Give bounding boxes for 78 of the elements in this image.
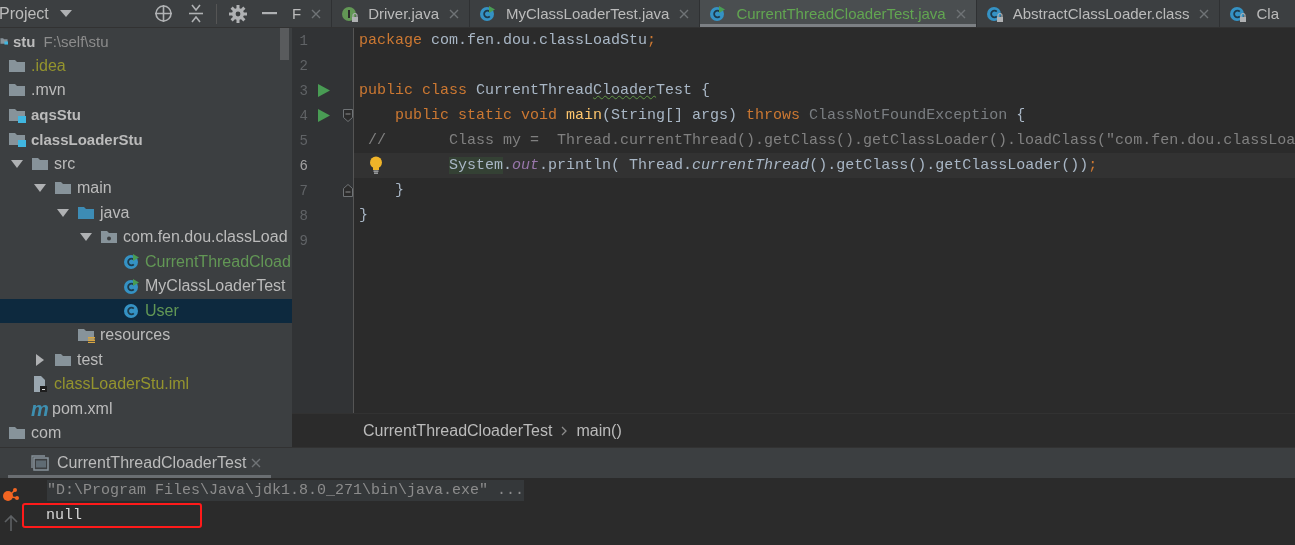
tree-item[interactable]: stu F:\self\stu bbox=[0, 29, 292, 54]
folder-icon bbox=[8, 82, 26, 99]
tree-item[interactable]: .idea bbox=[0, 53, 292, 78]
code-line: package com.fen.dou.classLoadStu; bbox=[358, 31, 658, 51]
class-icon bbox=[123, 253, 140, 271]
tree-item[interactable]: test bbox=[0, 347, 292, 372]
tree-item[interactable]: aqsStu bbox=[0, 102, 292, 127]
line-number: 6 bbox=[298, 157, 308, 174]
fold-marker-icon[interactable] bbox=[343, 184, 353, 197]
run-icon[interactable] bbox=[318, 84, 330, 97]
folder-icon bbox=[54, 180, 72, 197]
fold-marker-icon[interactable] bbox=[343, 109, 353, 122]
crosshair-icon[interactable] bbox=[154, 4, 173, 23]
tree-item[interactable]: CurrentThreadCload bbox=[0, 249, 292, 274]
light-bulb-icon[interactable] bbox=[369, 156, 383, 174]
class-icon bbox=[123, 302, 140, 320]
breadcrumb-item[interactable]: CurrentThreadCloaderTest bbox=[363, 421, 553, 440]
package-icon bbox=[100, 229, 118, 246]
tree-item[interactable]: main bbox=[0, 176, 292, 201]
class-icon bbox=[709, 5, 727, 22]
scrollbar[interactable] bbox=[280, 28, 289, 60]
up-arrow-icon[interactable] bbox=[4, 515, 18, 531]
tree-item[interactable]: classLoaderStu.iml bbox=[0, 372, 292, 397]
module-icon bbox=[8, 106, 26, 123]
class-icon bbox=[985, 5, 1003, 22]
console-line: null bbox=[46, 507, 82, 524]
tree-item[interactable]: User bbox=[0, 298, 292, 323]
console-icon bbox=[31, 455, 49, 471]
class-icon bbox=[123, 277, 140, 295]
collapse-arrow-icon[interactable] bbox=[11, 157, 23, 170]
folder-path: F:\self\stu bbox=[43, 32, 109, 50]
tree-item[interactable]: java bbox=[0, 200, 292, 225]
class-icon bbox=[479, 5, 497, 22]
editor-tab[interactable]: Driver.java bbox=[332, 0, 471, 27]
folder-icon bbox=[8, 57, 26, 74]
collapse-all-icon[interactable] bbox=[188, 4, 204, 23]
class-icon bbox=[1229, 5, 1247, 22]
tree-item[interactable]: .mvn bbox=[0, 78, 292, 103]
collapse-arrow-icon[interactable] bbox=[57, 206, 69, 219]
chevron-icon bbox=[561, 425, 568, 436]
tree-item[interactable]: com bbox=[0, 421, 292, 446]
tree-item[interactable]: classLoaderStu bbox=[0, 127, 292, 152]
bug-icon[interactable] bbox=[2, 487, 20, 503]
panel-title[interactable]: Project bbox=[0, 4, 49, 23]
code-line: public static void main(String[] args) throws ClassNotFoundException { bbox=[394, 106, 1027, 126]
close-icon[interactable] bbox=[679, 8, 690, 19]
folder-icon bbox=[54, 351, 72, 368]
editor-tab[interactable]: F bbox=[292, 0, 333, 27]
tree-item[interactable]: src bbox=[0, 151, 292, 176]
close-icon[interactable] bbox=[1199, 8, 1210, 19]
maven-icon: m bbox=[31, 398, 49, 419]
close-icon[interactable] bbox=[251, 458, 262, 468]
file-icon bbox=[31, 376, 49, 393]
folder-icon bbox=[31, 155, 49, 172]
editor-tab[interactable]: AbstractClassLoader.class bbox=[976, 0, 1221, 27]
editor-tab[interactable]: Cla bbox=[1220, 0, 1279, 27]
close-icon[interactable] bbox=[449, 8, 460, 19]
tree-item[interactable]: MyClassLoaderTest bbox=[0, 274, 292, 299]
breadcrumb-item[interactable]: main() bbox=[576, 421, 622, 440]
module-icon bbox=[8, 131, 26, 148]
tree-item[interactable]: resources bbox=[0, 323, 292, 348]
folder-icon bbox=[77, 204, 95, 221]
settings-icon[interactable] bbox=[229, 4, 247, 23]
code-line: } bbox=[358, 206, 369, 226]
interface-icon bbox=[341, 5, 359, 22]
tree-item[interactable]: com.fen.dou.classLoad bbox=[0, 225, 292, 250]
editor-tab[interactable]: CurrentThreadCloaderTest.java bbox=[700, 0, 977, 27]
code-line: public class CurrentThreadCloaderTest { bbox=[358, 81, 712, 101]
expand-arrow-icon[interactable] bbox=[34, 353, 46, 366]
dropdown-caret-icon[interactable] bbox=[59, 9, 72, 18]
folder-icon bbox=[77, 327, 95, 344]
code-line: } bbox=[394, 181, 405, 201]
close-icon[interactable] bbox=[311, 8, 322, 19]
code-line: // Class my = Thread.currentThread().getClass().getClassLoader().loadClass("com.fen.dou.classLoa bbox=[367, 131, 1295, 151]
minimize-icon[interactable] bbox=[262, 12, 277, 15]
folder-icon bbox=[8, 425, 26, 442]
run-icon[interactable] bbox=[318, 109, 330, 122]
tree-item[interactable]: m pom.xml bbox=[0, 396, 292, 421]
